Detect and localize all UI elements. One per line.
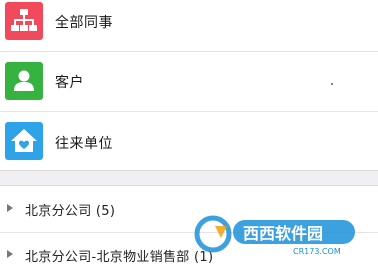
- home-heart-icon: [5, 122, 43, 160]
- svg-text:西西软件园: 西西软件园: [243, 224, 323, 243]
- svg-text:CR173.COM: CR173.COM: [293, 247, 341, 256]
- all-colleagues-row[interactable]: 全部同事: [0, 0, 378, 50]
- section-gap: [0, 170, 378, 186]
- partner-units-row[interactable]: 往来单位: [0, 112, 378, 170]
- group-label: 北京分公司 (5): [25, 204, 116, 219]
- expand-arrow-icon: [7, 204, 13, 212]
- expand-arrow-icon: [7, 250, 13, 258]
- org-chart-icon: [5, 2, 43, 40]
- site-watermark-logo: 西西软件园 CR173.COM: [193, 212, 359, 256]
- customers-row[interactable]: 客户: [0, 52, 378, 110]
- customers-label: 客户: [55, 75, 84, 91]
- partner-units-label: 往来单位: [55, 136, 113, 152]
- all-colleagues-label: 全部同事: [55, 15, 113, 31]
- person-icon: [5, 62, 43, 100]
- group-label: 北京分公司-北京物业销售部 (1): [25, 250, 214, 265]
- dot-mark: [331, 83, 333, 85]
- contacts-screen: 全部同事 客户 往来单位 北京分公司 (5) 北京分公司-北京物业销售部 (1)…: [0, 0, 378, 266]
